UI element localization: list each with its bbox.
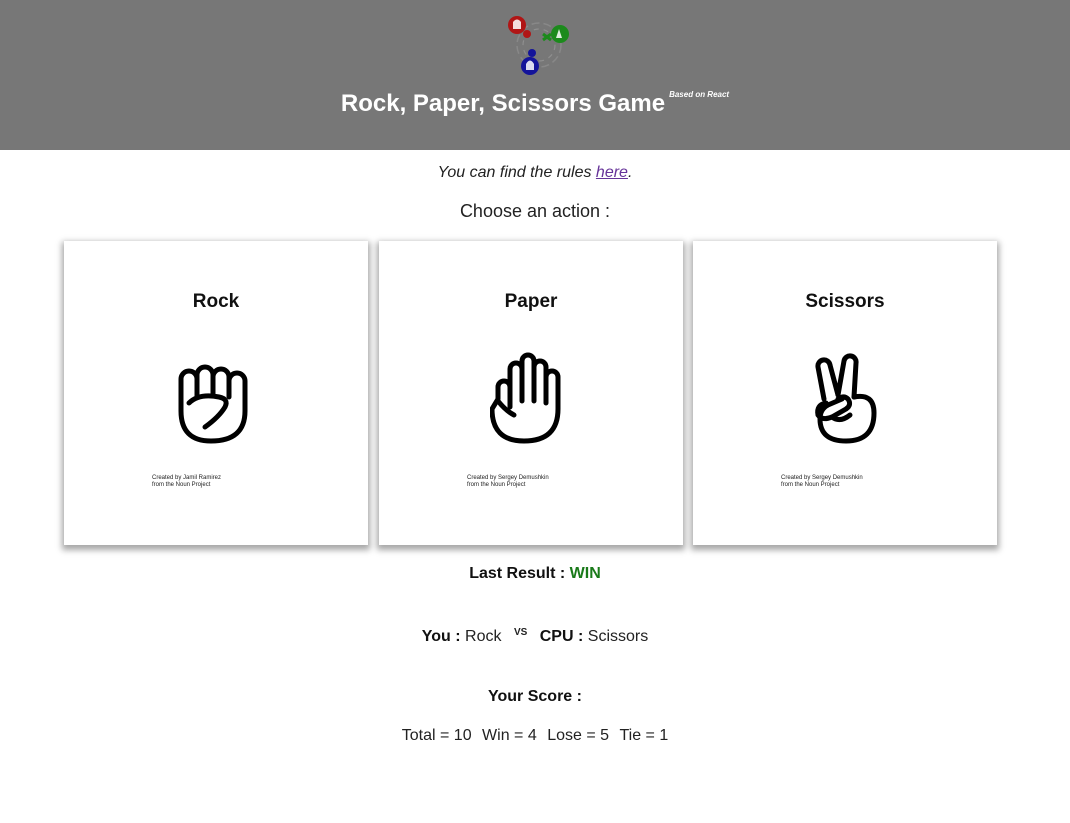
scissors-card-title: Scissors xyxy=(805,291,885,312)
scissors-card[interactable]: Scissors Created by Sergey Demushkin fro… xyxy=(693,241,997,545)
versus-line: You : Rock VS CPU : Scissors xyxy=(0,627,1070,646)
rules-suffix: . xyxy=(627,164,633,181)
rock-fist-icon xyxy=(178,364,248,444)
cpu-choice: Scissors xyxy=(587,628,649,645)
page-title: Rock, Paper, Scissors Game xyxy=(340,90,666,117)
score-total: Total = 10 xyxy=(401,727,472,744)
rock-card-title: Rock xyxy=(192,291,240,312)
rules-prefix: You can find the rules xyxy=(437,164,596,181)
title-row: Rock, Paper, Scissors Game Based on React xyxy=(0,90,1070,118)
you-choice: Rock xyxy=(465,628,502,645)
score-line: Total = 10 Win = 4 Lose = 5 Tie = 1 xyxy=(0,727,1070,745)
rules-line: You can find the rules here. xyxy=(0,164,1070,182)
vs-label: VS xyxy=(513,627,528,638)
score-title: Your Score : xyxy=(488,688,582,705)
game-logo-icon xyxy=(508,16,569,75)
score-lose: Lose = 5 xyxy=(547,727,610,744)
you-label: You : xyxy=(421,628,461,645)
score-tie: Tie = 1 xyxy=(619,727,669,744)
page-header: Rock, Paper, Scissors Game Based on React xyxy=(0,0,1070,150)
last-result-label: Last Result : xyxy=(469,565,566,582)
rock-credit-line2: from the Noun Project xyxy=(152,482,211,488)
cpu-label: CPU : xyxy=(539,628,584,645)
paper-hand-icon xyxy=(490,352,561,444)
score-win: Win = 4 xyxy=(482,727,537,744)
choose-action-label: Choose an action : xyxy=(459,201,611,221)
rock-credit: Created by Jamil Ramirez from the Noun P… xyxy=(152,475,221,489)
scissors-credit: Created by Sergey Demushkin from the Nou… xyxy=(781,475,863,489)
rules-link[interactable]: here xyxy=(596,164,628,181)
paper-card[interactable]: Paper Created by Sergey Demushkin from t… xyxy=(379,241,683,545)
last-result-value: WIN xyxy=(569,565,601,582)
scissors-credit-line2: from the Noun Project xyxy=(781,482,840,488)
rock-card[interactable]: Rock Created by Jamil Ramirez from the N… xyxy=(64,241,368,545)
paper-credit-line1: Created by Sergey Demushkin xyxy=(467,475,549,481)
page-subtitle: Based on React xyxy=(669,90,730,99)
last-result: Last Result : WIN xyxy=(0,565,1070,583)
scissors-hand-icon xyxy=(815,353,877,444)
paper-credit-line2: from the Noun Project xyxy=(467,482,526,488)
paper-card-title: Paper xyxy=(504,291,558,312)
rock-credit-line1: Created by Jamil Ramirez xyxy=(152,475,222,481)
paper-credit: Created by Sergey Demushkin from the Nou… xyxy=(467,475,549,489)
scissors-credit-line1: Created by Sergey Demushkin xyxy=(781,475,863,481)
